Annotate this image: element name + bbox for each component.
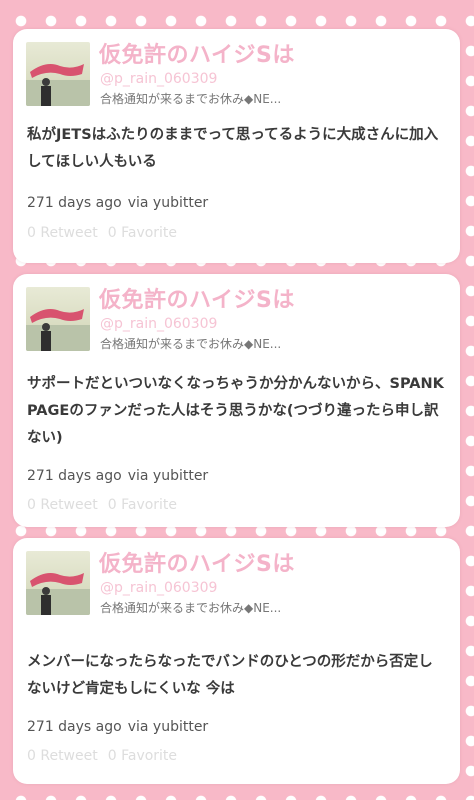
avatar[interactable] xyxy=(26,42,90,106)
tweet-time[interactable]: 271 days ago xyxy=(27,195,122,211)
user-bio: 合格通知が来るまでお休み◆NE... xyxy=(100,337,282,351)
tweet-card[interactable]: 仮免許のハイジSは @p_rain_060309 合格通知が来るまでお休み◆NE… xyxy=(13,29,460,263)
tweet-meta: 271 days ago via yubitter xyxy=(27,468,208,484)
screen-name[interactable]: @p_rain_060309 xyxy=(100,71,217,87)
tweet-text: メンバーになったらなったでバンドのひとつの形だから否定しないけど肯定もしにくいな… xyxy=(27,654,433,697)
tweet-time[interactable]: 271 days ago xyxy=(27,719,122,735)
favorite-button[interactable]: 0 Favorite xyxy=(108,497,177,513)
tweet-actions: 0 Retweet 0 Favorite xyxy=(27,748,187,764)
screen-name[interactable]: @p_rain_060309 xyxy=(100,316,217,332)
tweet-source: via yubitter xyxy=(127,195,209,211)
retweet-button[interactable]: 0 Retweet xyxy=(27,497,98,513)
tweet-actions: 0 Retweet 0 Favorite xyxy=(27,225,187,241)
retweet-button[interactable]: 0 Retweet xyxy=(27,225,98,241)
tweet-meta: 271 days ago via yubitter xyxy=(27,195,208,211)
user-bio: 合格通知が来るまでお休み◆NE... xyxy=(100,601,282,615)
user-bio: 合格通知が来るまでお休み◆NE... xyxy=(100,92,282,106)
tweet-source: via yubitter xyxy=(127,719,209,735)
tweet-card[interactable]: 仮免許のハイジSは @p_rain_060309 合格通知が来るまでお休み◆NE… xyxy=(13,274,460,527)
display-name[interactable]: 仮免許のハイジSは xyxy=(99,282,295,314)
favorite-button[interactable]: 0 Favorite xyxy=(108,748,177,764)
tweet-text: サポートだといついなくなっちゃうか分かんないから、SPANK PAGEのファンだ… xyxy=(27,376,444,446)
tweet-time[interactable]: 271 days ago xyxy=(27,468,122,484)
avatar[interactable] xyxy=(26,287,90,351)
display-name[interactable]: 仮免許のハイジSは xyxy=(99,546,295,578)
tweet-meta: 271 days ago via yubitter xyxy=(27,719,208,735)
tweet-source: via yubitter xyxy=(127,468,209,484)
favorite-button[interactable]: 0 Favorite xyxy=(108,225,177,241)
tweet-card[interactable]: 仮免許のハイジSは @p_rain_060309 合格通知が来るまでお休み◆NE… xyxy=(13,538,460,784)
screen-name[interactable]: @p_rain_060309 xyxy=(100,580,217,596)
retweet-button[interactable]: 0 Retweet xyxy=(27,748,98,764)
tweet-text: 私がJETSはふたりのままでって思ってるように大成さんに加入してほしい人もいる xyxy=(27,127,439,170)
tweet-actions: 0 Retweet 0 Favorite xyxy=(27,497,187,513)
display-name[interactable]: 仮免許のハイジSは xyxy=(99,37,295,69)
avatar[interactable] xyxy=(26,551,90,615)
